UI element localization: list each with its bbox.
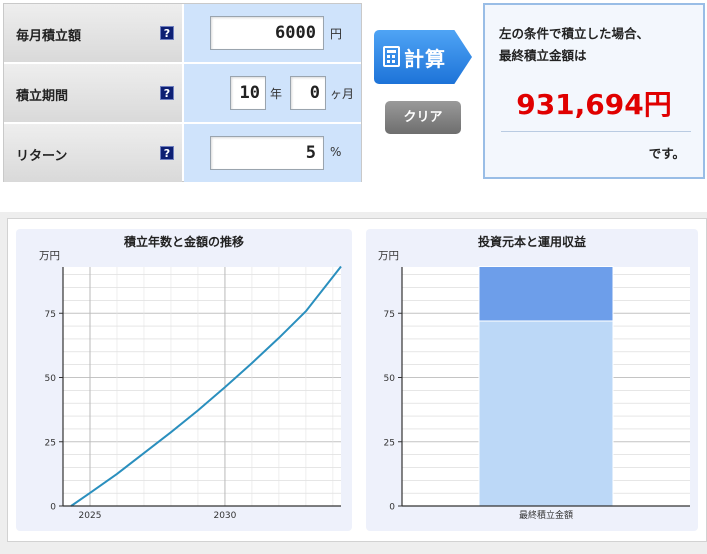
chart-title: 積立年数と金額の推移: [123, 234, 244, 249]
chart-title: 投資元本と運用収益: [478, 234, 586, 249]
y-tick-label: 75: [45, 310, 56, 320]
x-tick-label: 2025: [79, 511, 102, 521]
result-text-line2: 最終積立金額は: [499, 48, 587, 63]
return-rate-input[interactable]: 5: [210, 136, 324, 170]
clear-button[interactable]: クリア: [385, 101, 461, 134]
years-input[interactable]: 10: [230, 76, 266, 110]
y-tick-label: 25: [45, 438, 56, 448]
y-tick-label: 0: [389, 503, 395, 513]
yen-unit: 円: [330, 27, 343, 41]
x-tick-label: 2030: [213, 511, 236, 521]
period-label-text: 積立期間: [16, 89, 69, 104]
chart-card: 積立年数と金額の推移万円 0 25 50 75 2025 2030 投資元本と運用収益万円 0 2…: [7, 218, 707, 542]
help-icon[interactable]: ?: [160, 86, 174, 100]
bar-principal: [478, 320, 614, 507]
calculator-icon: [383, 46, 400, 67]
return-label: リターン ?: [4, 124, 182, 182]
monthly-amount-label: 毎月積立額 ?: [4, 4, 182, 62]
months-input[interactable]: 0: [290, 76, 326, 110]
return-row: リターン ? 5 %: [4, 124, 361, 182]
monthly-amount-label-text: 毎月積立額: [16, 29, 82, 44]
y-axis-unit: 万円: [39, 250, 60, 262]
return-label-text: リターン: [16, 149, 68, 164]
y-tick-label: 50: [45, 374, 57, 384]
result-text-line1: 左の条件で積立した場合、: [499, 26, 650, 41]
return-cell: 5 %: [184, 124, 361, 182]
calculate-button-label: 計算: [404, 47, 446, 71]
result-divider: [501, 131, 691, 132]
y-tick-label: 25: [384, 438, 395, 448]
period-label: 積立期間 ?: [4, 64, 182, 122]
years-unit: 年: [270, 87, 283, 101]
result-panel: 左の条件で積立した場合、 最終積立金額は 931,694円 です。: [483, 3, 705, 179]
y-tick-label: 75: [384, 310, 395, 320]
period-row: 積立期間 ? 10 年 0 ヶ月: [4, 64, 361, 122]
y-tick-label: 0: [50, 503, 56, 513]
plot-area: [63, 267, 341, 506]
charts-svg: 積立年数と金額の推移万円 0 25 50 75 2025 2030 投資元本と運用収益万円 0 2…: [16, 229, 698, 531]
y-tick-label: 50: [384, 374, 396, 384]
months-unit: ヶ月: [330, 87, 355, 101]
chart-area: 積立年数と金額の推移万円 0 25 50 75 2025 2030 投資元本と運用収益万円 0 2…: [0, 212, 707, 554]
y-axis-unit: 万円: [378, 250, 399, 262]
monthly-amount-cell: 6000 円: [184, 4, 361, 62]
monthly-amount-input[interactable]: 6000: [210, 16, 324, 50]
help-icon[interactable]: ?: [160, 146, 174, 160]
result-suffix: です。: [648, 146, 685, 161]
calculate-button[interactable]: 計算: [374, 30, 472, 84]
bar-earnings: [478, 265, 614, 322]
monthly-amount-row: 毎月積立額 ? 6000 円: [4, 4, 361, 62]
help-icon[interactable]: ?: [160, 26, 174, 40]
result-amount: 931,694円: [516, 88, 672, 121]
savings-form: 毎月積立額 ? 6000 円 積立期間 ? 10 年 0 ヶ月 リターン ? 5…: [3, 3, 362, 182]
period-cell: 10 年 0 ヶ月: [184, 64, 361, 122]
x-category-label: 最終積立金額: [519, 509, 573, 521]
percent-unit: %: [330, 145, 342, 159]
